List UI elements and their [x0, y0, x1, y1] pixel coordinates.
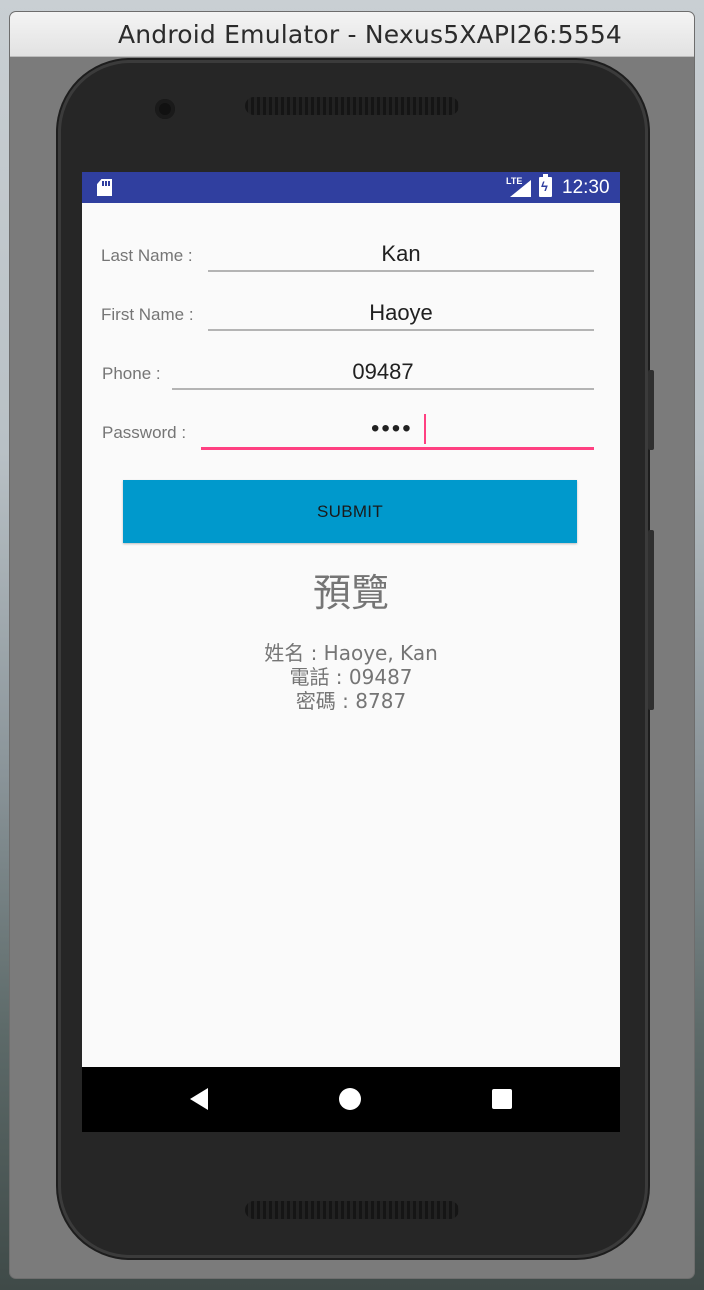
phone-underline [172, 388, 594, 390]
preview-password-line: 密碼 : 8787 [295, 689, 407, 713]
window-title: Android Emulator - Nexus5XAPI26:5554 [117, 20, 623, 49]
recents-icon[interactable] [492, 1089, 512, 1109]
home-icon[interactable] [339, 1088, 361, 1110]
preview-title: 預覽 [312, 571, 389, 615]
phone-label: Phone : [102, 364, 161, 383]
first-name-underline [208, 329, 594, 331]
bottom-speaker [245, 1201, 459, 1219]
status-clock: 12:30 [562, 177, 610, 198]
preview-name-line: 姓名 : Haoye, Kan [264, 641, 438, 665]
top-speaker [245, 97, 459, 115]
front-camera-icon [155, 99, 175, 119]
navigation-bar [82, 1067, 620, 1132]
volume-button[interactable] [648, 530, 654, 710]
password-underline-focused [201, 447, 594, 450]
title-bar[interactable]: Android Emulator - Nexus5XAPI26:5554 [10, 12, 694, 57]
device-screen: LTE ϟ 12:30 Last Name : Kan First Name :… [82, 172, 620, 1132]
password-label: Password : [102, 423, 187, 442]
phone-input[interactable]: 09487 [172, 355, 594, 389]
power-button[interactable] [648, 370, 654, 450]
submit-button[interactable]: SUBMIT [123, 480, 577, 543]
password-masked-value: •••• [371, 415, 413, 442]
last-name-input[interactable]: Kan [208, 237, 594, 271]
last-name-label: Last Name : [101, 246, 193, 265]
status-bar: LTE ϟ 12:30 [82, 172, 620, 203]
text-cursor [424, 414, 426, 444]
preview-phone-line: 電話 : 09487 [289, 665, 413, 689]
back-icon[interactable] [190, 1088, 208, 1110]
first-name-label: First Name : [101, 305, 194, 324]
lte-label: LTE [506, 176, 523, 186]
last-name-underline [208, 270, 594, 272]
first-name-input[interactable]: Haoye [208, 296, 594, 330]
sd-card-icon [97, 179, 112, 196]
battery-charging-icon: ϟ [539, 174, 552, 197]
